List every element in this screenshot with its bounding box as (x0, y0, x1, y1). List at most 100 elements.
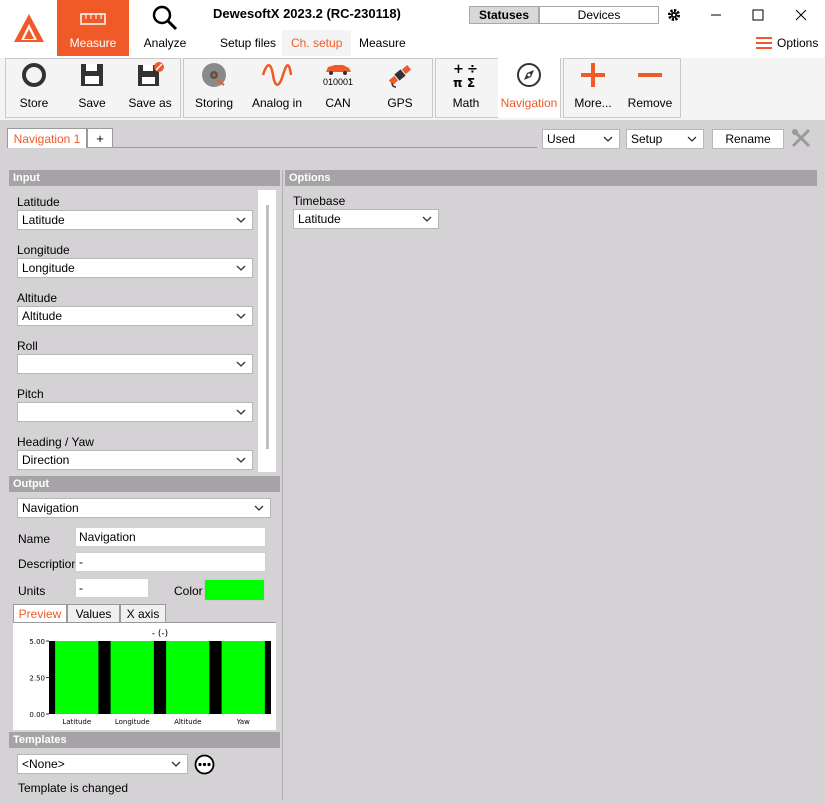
gps-button[interactable]: GPS (376, 58, 424, 118)
hamburger-icon (756, 37, 772, 49)
svg-text:π: π (453, 76, 463, 89)
color-picker[interactable] (204, 579, 265, 601)
altitude-select-value: Altitude (22, 309, 63, 323)
input-section-header: Input (9, 170, 280, 186)
chevron-down-icon (236, 409, 246, 415)
svg-text:+: + (453, 62, 464, 77)
compass-icon (517, 63, 541, 87)
chevron-down-icon (687, 136, 697, 142)
tab-x-axis[interactable]: X axis (120, 604, 166, 623)
output-select[interactable]: Navigation (17, 498, 271, 518)
latitude-label: Latitude (17, 195, 60, 209)
x-tick-label: Latitude (62, 718, 91, 726)
rename-button[interactable]: Rename (712, 129, 784, 149)
latitude-select-value: Latitude (22, 213, 65, 227)
y-tick-label: 0.00 (29, 711, 45, 719)
save-as-button[interactable]: Save as (124, 58, 176, 118)
analog-in-button[interactable]: Analog in (250, 58, 304, 118)
save-label: Save (78, 96, 106, 110)
statuses-toggle[interactable]: Statuses (469, 6, 539, 24)
math-label: Math (452, 96, 480, 110)
chevron-down-icon (603, 136, 613, 142)
preview-chart-area: - (-) 5.00 2.50 0.00 Latitude Longitude Altitu… (13, 623, 276, 730)
chevron-down-icon (236, 457, 246, 463)
chart-bar (55, 641, 99, 714)
used-filter-select[interactable]: Used (542, 129, 620, 149)
add-tab-button[interactable]: + (87, 128, 113, 148)
navigation-button[interactable]: Navigation (498, 58, 560, 118)
tab-analyze-mode[interactable]: Analyze (129, 0, 201, 56)
floppy-icon (81, 64, 103, 86)
tab-ch-setup[interactable]: Ch. setup (282, 30, 352, 56)
tab-preview[interactable]: Preview (13, 604, 67, 623)
can-label: CAN (325, 96, 351, 110)
heading-yaw-select[interactable]: Direction (17, 450, 253, 470)
devices-toggle[interactable]: Devices (539, 6, 659, 24)
tab-measure-mode[interactable]: Measure (57, 0, 129, 56)
y-tick-label: 2.50 (29, 675, 45, 683)
tools-icon[interactable] (790, 127, 812, 152)
disk-icon (202, 63, 226, 87)
timebase-label: Timebase (293, 194, 346, 208)
latitude-select[interactable]: Latitude (17, 210, 253, 230)
record-icon (22, 63, 46, 87)
pitch-select[interactable] (17, 402, 253, 422)
magnifier-icon (152, 5, 178, 31)
altitude-label: Altitude (17, 291, 58, 305)
storing-button[interactable]: Storing (188, 58, 240, 118)
longitude-select[interactable]: Longitude (17, 258, 253, 278)
template-more-button[interactable] (194, 754, 215, 775)
gps-label: GPS (387, 96, 413, 110)
ellipsis-icon (194, 754, 215, 775)
heading-yaw-select-value: Direction (22, 453, 70, 467)
more-button[interactable]: More... (568, 58, 618, 118)
template-status: Template is changed (18, 781, 129, 795)
name-label: Name (18, 532, 51, 546)
roll-select[interactable] (17, 354, 253, 374)
setup-filter-select[interactable]: Setup (626, 129, 704, 149)
chevron-down-icon (171, 761, 181, 767)
maximize-button[interactable] (751, 8, 765, 22)
tab-measure[interactable]: Measure (350, 30, 415, 56)
save-as-label: Save as (128, 96, 172, 110)
options-section-header: Options (285, 170, 817, 186)
altitude-select[interactable]: Altitude (17, 306, 253, 326)
can-button[interactable]: 010001 CAN (314, 58, 362, 118)
remove-label: Remove (627, 96, 673, 110)
chevron-down-icon (236, 313, 246, 319)
close-button[interactable] (794, 8, 808, 22)
tab-values[interactable]: Values (67, 604, 120, 623)
template-select[interactable]: <None> (17, 754, 188, 774)
satellite-icon (388, 64, 412, 88)
y-tick-label: 5.00 (29, 638, 45, 646)
scrollbar-thumb[interactable] (266, 205, 269, 449)
output-select-value: Navigation (22, 501, 79, 515)
options-button[interactable]: Options (756, 36, 818, 50)
gear-icon[interactable] (667, 8, 681, 25)
longitude-select-value: Longitude (22, 261, 75, 275)
tab-navigation-1[interactable]: Navigation 1 (7, 128, 87, 148)
save-button[interactable]: Save (66, 58, 118, 118)
dewesoft-logo (0, 0, 57, 56)
timebase-select[interactable]: Latitude (293, 209, 439, 229)
minimize-button[interactable] (709, 8, 723, 22)
templates-section-header: Templates (9, 732, 280, 748)
store-button[interactable]: Store (8, 58, 60, 118)
template-select-value: <None> (22, 757, 65, 771)
more-label: More... (574, 96, 612, 110)
tab-setup-files[interactable]: Setup files (211, 30, 285, 56)
floppy-pencil-icon (138, 62, 164, 86)
chevron-down-icon (422, 216, 432, 222)
svg-text:Σ: Σ (467, 76, 475, 89)
chart-bar (221, 641, 265, 714)
tab-analyze-label: Analyze (143, 36, 187, 50)
units-input[interactable]: - (75, 578, 149, 598)
chart-bar (110, 641, 154, 714)
name-input[interactable]: Navigation (75, 527, 266, 547)
math-button[interactable]: + ÷ π Σ Math (442, 58, 490, 118)
app-title: DewesoftX 2023.2 (RC-230118) (213, 6, 401, 21)
can-binary-text: 010001 (322, 77, 354, 87)
description-input[interactable]: - (75, 552, 266, 572)
x-tick-label: Yaw (236, 718, 251, 726)
remove-button[interactable]: Remove (624, 58, 676, 118)
